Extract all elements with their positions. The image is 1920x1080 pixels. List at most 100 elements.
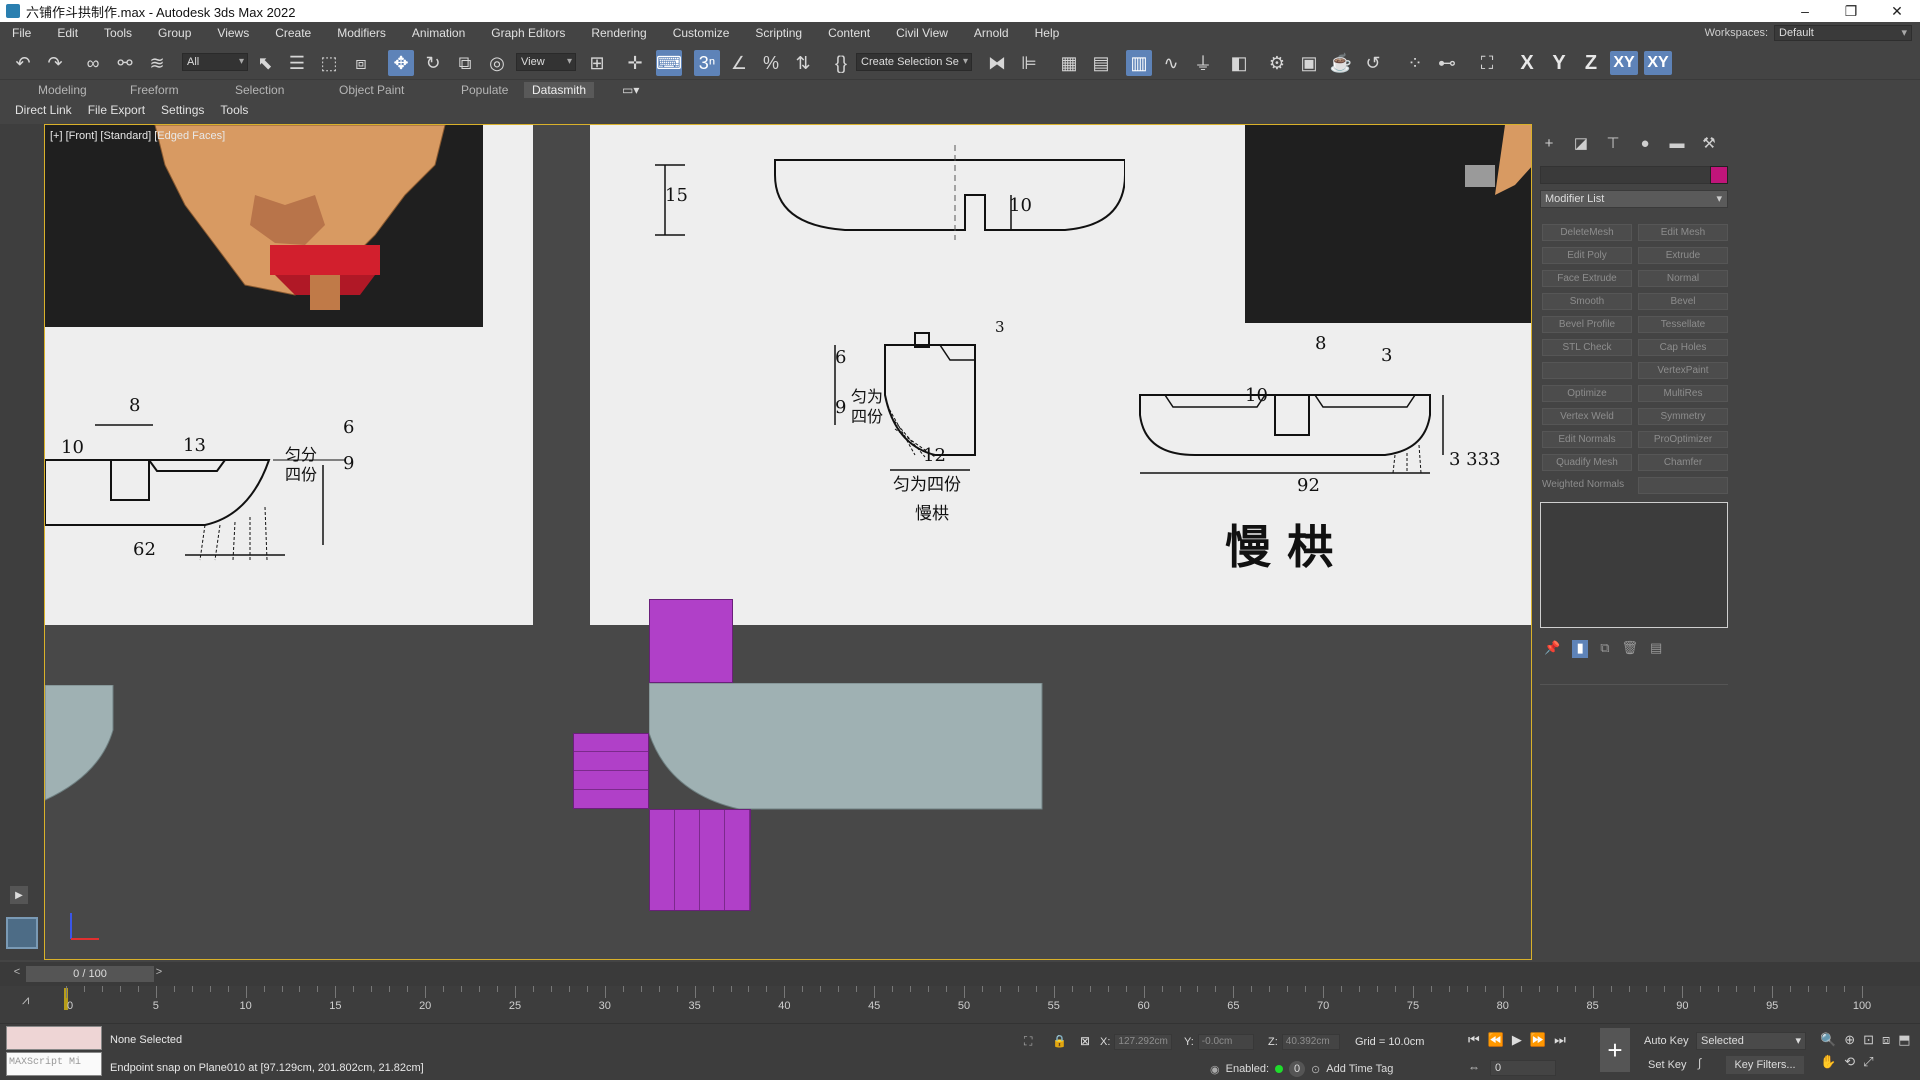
modify-tab-icon[interactable]: ◪: [1572, 134, 1590, 152]
menu-animation[interactable]: Animation: [398, 26, 477, 40]
key-mode-toggle-icon[interactable]: ⇔: [1468, 1060, 1480, 1074]
pivot-center-icon[interactable]: ⊞: [584, 50, 610, 76]
time-tag-icon[interactable]: ⊙: [1311, 1063, 1320, 1076]
motion-tab-icon[interactable]: ●: [1636, 134, 1654, 152]
next-frame-icon[interactable]: >: [152, 966, 166, 982]
maximize-viewport-icon[interactable]: ⤢: [1863, 1054, 1873, 1070]
modifier-button[interactable]: Cap Holes: [1638, 339, 1728, 356]
restore-icon[interactable]: ❐: [1828, 0, 1874, 22]
modifier-button[interactable]: Tessellate: [1638, 316, 1728, 333]
modifier-button[interactable]: MultiRes: [1638, 385, 1728, 402]
previous-frame-icon[interactable]: ⏪: [1488, 1032, 1504, 1048]
time-slider-thumb[interactable]: 0 / 100: [26, 966, 154, 982]
track-bar[interactable]: ⩘ 0 5 10 15 20 25 30 35 40 45 50 55 60 65 70 75 80 85 90 95…: [0, 986, 1920, 1024]
play-icon[interactable]: ▶: [1512, 1032, 1522, 1048]
modifier-list-dropdown[interactable]: Modifier List: [1540, 190, 1728, 208]
object-name-field[interactable]: [1540, 166, 1720, 184]
selection-lock-icon[interactable]: 🔒: [1052, 1034, 1067, 1048]
ribbon-options-icon[interactable]: ▭▾: [622, 83, 639, 97]
redo-icon[interactable]: ↷: [42, 50, 68, 76]
menu-edit[interactable]: Edit: [43, 26, 90, 40]
bind-space-warp-icon[interactable]: ≋: [144, 50, 170, 76]
place-icon[interactable]: ◎: [484, 50, 510, 76]
modifier-button[interactable]: Bevel Profile: [1542, 316, 1632, 333]
make-unique-icon[interactable]: ⧉: [1600, 640, 1609, 658]
menu-civil-view[interactable]: Civil View: [882, 26, 960, 40]
edit-named-selection-icon[interactable]: {}: [828, 50, 854, 76]
pan-view-icon[interactable]: ✋: [1820, 1054, 1836, 1070]
prev-frame-icon[interactable]: <: [10, 966, 24, 982]
spinner-snap-icon[interactable]: ⇅: [790, 50, 816, 76]
purple-block-left[interactable]: [573, 733, 649, 809]
rendered-frame-window-icon[interactable]: ▣: [1296, 50, 1322, 76]
orbit-icon[interactable]: ⟲: [1844, 1054, 1855, 1070]
modifier-button[interactable]: [1542, 362, 1632, 379]
modifier-button[interactable]: Chamfer: [1638, 454, 1728, 471]
isolate-selection-icon[interactable]: ⛶: [1474, 50, 1500, 76]
angle-snap-icon[interactable]: ∠: [726, 50, 752, 76]
open-mini-curve-editor-icon[interactable]: ⩘: [22, 992, 29, 1008]
menu-graph-editors[interactable]: Graph Editors: [477, 26, 577, 40]
undo-icon[interactable]: ↶: [10, 50, 36, 76]
ribbon-tab-object-paint[interactable]: Object Paint: [339, 83, 404, 97]
menu-file[interactable]: File: [0, 26, 43, 40]
set-key-button[interactable]: Set Key: [1646, 1056, 1689, 1074]
pin-stack-icon[interactable]: 📌: [1544, 640, 1560, 658]
auto-key-button[interactable]: Auto Key: [1642, 1032, 1691, 1050]
utilities-tab-icon[interactable]: ⚒: [1700, 134, 1718, 152]
absolute-mode-icon[interactable]: ⊠: [1080, 1034, 1090, 1048]
reference-coord-dropdown[interactable]: View: [516, 53, 576, 71]
go-to-start-icon[interactable]: ⏮: [1468, 1032, 1480, 1048]
datasmith-file-export[interactable]: File Export: [77, 103, 150, 117]
select-by-name-icon[interactable]: ☰: [284, 50, 310, 76]
enabled-count[interactable]: 0: [1289, 1061, 1306, 1077]
align-icon[interactable]: ⊫: [1016, 50, 1042, 76]
show-end-result-icon[interactable]: ▮: [1572, 640, 1589, 658]
layer-explorer-icon[interactable]: ▤: [1088, 50, 1114, 76]
x-coordinate-field[interactable]: 127.292cm: [1114, 1034, 1173, 1050]
percent-snap-icon[interactable]: %: [758, 50, 784, 76]
menu-tools[interactable]: Tools: [90, 26, 144, 40]
modifier-button[interactable]: Edit Poly: [1542, 247, 1632, 264]
axis-z-button[interactable]: Z: [1578, 51, 1604, 75]
modifier-button[interactable]: DeleteMesh: [1542, 224, 1632, 241]
datasmith-settings[interactable]: Settings: [150, 103, 209, 117]
modifier-button[interactable]: Symmetry: [1638, 408, 1728, 425]
link-icon[interactable]: ∞: [80, 50, 106, 76]
close-icon[interactable]: ✕: [1874, 0, 1920, 22]
ribbon-tab-freeform[interactable]: Freeform: [130, 83, 179, 97]
window-crossing-icon[interactable]: ⧈: [348, 50, 374, 76]
workspaces-dropdown[interactable]: Default: [1774, 25, 1912, 41]
purple-block-bottom[interactable]: [649, 809, 751, 911]
measure-icon[interactable]: ⊷: [1434, 50, 1460, 76]
hierarchy-tab-icon[interactable]: ⊤: [1604, 134, 1622, 152]
set-keys-button[interactable]: +: [1600, 1028, 1630, 1072]
ribbon-tab-modeling[interactable]: Modeling: [38, 83, 87, 97]
modifier-button[interactable]: Quadify Mesh: [1542, 454, 1632, 471]
ribbon-tab-populate[interactable]: Populate: [461, 83, 508, 97]
maxscript-mini-listener-input[interactable]: [6, 1026, 102, 1050]
curve-editor-icon[interactable]: ∿: [1158, 50, 1184, 76]
ribbon-tab-datasmith[interactable]: Datasmith: [524, 82, 595, 98]
y-coordinate-field[interactable]: -0.0cm: [1197, 1034, 1254, 1050]
menu-scripting[interactable]: Scripting: [741, 26, 814, 40]
scene-explorer-icon[interactable]: ▦: [1056, 50, 1082, 76]
schematic-view-icon[interactable]: ⏚: [1190, 50, 1216, 76]
remove-modifier-icon[interactable]: 🗑: [1621, 640, 1638, 658]
add-time-tag[interactable]: Add Time Tag: [1326, 1063, 1393, 1075]
zoom-icon[interactable]: 🔍: [1820, 1032, 1836, 1048]
modifier-button[interactable]: Face Extrude: [1542, 270, 1632, 287]
modifier-button[interactable]: Extrude: [1638, 247, 1728, 264]
modifier-button[interactable]: [1638, 477, 1728, 494]
datasmith-direct-link[interactable]: Direct Link: [0, 103, 77, 117]
viewport-layout-thumbnail[interactable]: [6, 917, 38, 949]
move-icon[interactable]: ✥: [388, 50, 414, 76]
modifier-stack[interactable]: [1540, 502, 1728, 628]
mirror-icon[interactable]: ⧓: [984, 50, 1010, 76]
select-object-icon[interactable]: ⬉: [252, 50, 278, 76]
ribbon-toggle-icon[interactable]: ▥: [1126, 50, 1152, 76]
rotate-icon[interactable]: ↻: [420, 50, 446, 76]
axis-y-button[interactable]: Y: [1546, 51, 1572, 75]
object-color-swatch[interactable]: [1710, 166, 1728, 184]
adaptive-degradation-icon[interactable]: ◉: [1210, 1063, 1220, 1076]
